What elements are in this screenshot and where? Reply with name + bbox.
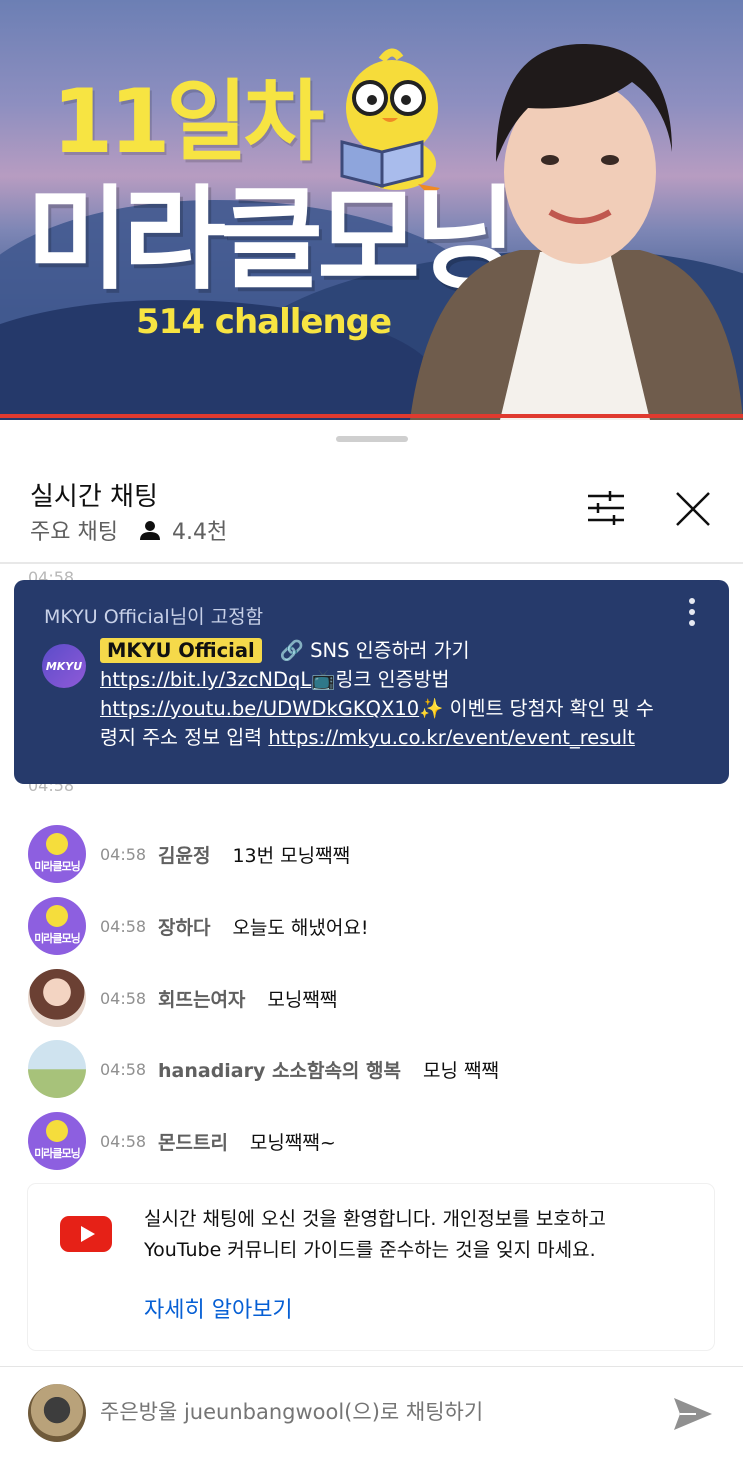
chat-message[interactable]: 미라클모닝 04:58 김윤정 13번 모닝짹짹: [28, 825, 728, 883]
pinned-text-segment: 📺링크 인증방법: [311, 668, 450, 691]
author-name[interactable]: 몬드트리: [158, 1128, 228, 1155]
youtube-logo-icon: [60, 1216, 112, 1252]
author-badge[interactable]: MKYU Official: [100, 638, 262, 663]
message-text: 모닝 짹짹: [422, 1059, 499, 1082]
message-time: 04:58: [100, 844, 147, 864]
message-time: 04:58: [100, 988, 147, 1008]
input-divider: [0, 1366, 743, 1367]
message-text: 13번 모닝짹짹: [232, 844, 351, 867]
chat-message[interactable]: 04:58 회뜨는여자 모닝짹짹: [28, 969, 728, 1027]
more-vertical-icon[interactable]: [682, 598, 702, 632]
avatar[interactable]: [28, 1040, 86, 1098]
sliders-icon[interactable]: [586, 490, 626, 526]
chat-message[interactable]: 미라클모닝 04:58 장하다 오늘도 해냈어요!: [28, 897, 728, 955]
person-icon: [139, 521, 160, 540]
pinned-text-segment: 🔗 SNS 인증하러 가기: [279, 639, 470, 662]
host-photo: [410, 43, 743, 420]
welcome-card: 실시간 채팅에 오신 것을 환영합니다. 개인정보를 보호하고 YouTube …: [28, 1184, 714, 1350]
event-link[interactable]: https://mkyu.co.kr/event/event_result: [268, 726, 635, 749]
close-icon[interactable]: [674, 490, 712, 528]
chat-panel: 실시간 채팅 주요 채팅 4.4천 04:58 04:58 MKYU Offic…: [0, 420, 743, 1470]
sns-link[interactable]: https://bit.ly/3zcNDqL: [100, 668, 311, 691]
welcome-text: 실시간 채팅에 오신 것을 환영합니다. 개인정보를 보호하고 YouTube …: [144, 1208, 606, 1261]
pinned-message[interactable]: MKYU Official님이 고정함 MKYU MKYU Official 🔗 …: [14, 580, 729, 784]
message-text: 모닝짹짹~: [249, 1131, 336, 1154]
avatar[interactable]: 미라클모닝: [28, 1112, 86, 1170]
avatar[interactable]: MKYU: [42, 644, 86, 688]
message-time: 04:58: [100, 1059, 147, 1079]
live-chat-screen: 11일차 미라클모닝 514 challenge 실시간 채팅 주요 채팅 4.…: [0, 0, 743, 1470]
send-icon[interactable]: [672, 1396, 714, 1432]
video-progress-bar[interactable]: [0, 414, 743, 418]
pinned-message-text: MKYU Official 🔗 SNS 인증하러 가기 https://bit.l…: [100, 636, 660, 752]
chat-mode-label: 주요 채팅: [30, 520, 118, 545]
youtube-link[interactable]: https://youtu.be/UDWDkGKQX10: [100, 697, 419, 720]
author-name[interactable]: 회뜨는여자: [158, 985, 245, 1012]
chat-title: 실시간 채팅: [30, 482, 158, 512]
message-time: 04:58: [100, 1131, 147, 1151]
chat-message[interactable]: 04:58 hanadiary 소소함속의 행복 모닝 짹짹: [28, 1040, 728, 1098]
header-divider: [0, 562, 743, 564]
learn-more-link[interactable]: 자세히 알아보기: [144, 1292, 293, 1324]
viewer-count-value: 4.4천: [171, 520, 228, 545]
message-text: 모닝짹짹: [267, 988, 338, 1011]
avatar[interactable]: [28, 969, 86, 1027]
author-name[interactable]: 김윤정: [158, 841, 210, 868]
author-name[interactable]: 장하다: [158, 913, 210, 940]
avatar[interactable]: 미라클모닝: [28, 897, 86, 955]
video-title-day: 11일차: [52, 70, 324, 173]
avatar[interactable]: 미라클모닝: [28, 825, 86, 883]
viewer-count: 4.4천: [139, 514, 228, 546]
chat-input[interactable]: [100, 1400, 640, 1424]
avatar[interactable]: [28, 1384, 86, 1442]
drag-handle[interactable]: [336, 436, 408, 442]
message-time: 04:58: [100, 916, 147, 936]
pinned-header: MKYU Official님이 고정함: [44, 606, 264, 628]
chat-mode-selector[interactable]: 주요 채팅 4.4천: [30, 514, 227, 546]
author-name[interactable]: hanadiary 소소함속의 행복: [158, 1056, 401, 1083]
message-text: 오늘도 해냈어요!: [232, 916, 369, 939]
chat-message[interactable]: 미라클모닝 04:58 몬드트리 모닝짹짹~: [28, 1112, 728, 1170]
video-subtitle: 514 challenge: [136, 302, 392, 342]
video-player[interactable]: 11일차 미라클모닝 514 challenge: [0, 0, 743, 420]
